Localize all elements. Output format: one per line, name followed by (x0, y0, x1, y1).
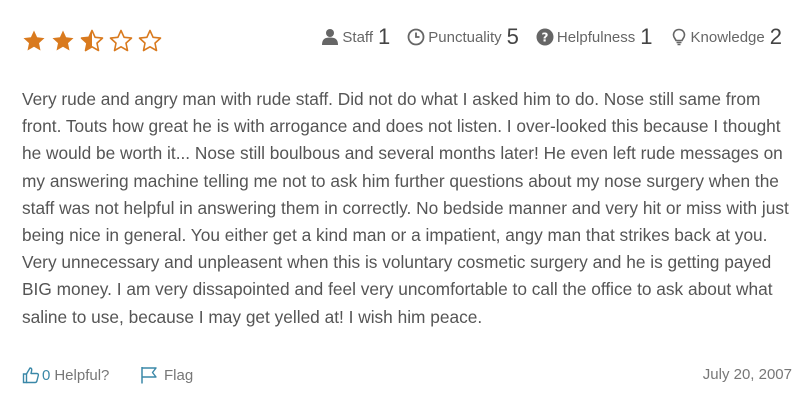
score-label: Punctuality (428, 28, 502, 46)
thumbs-up-icon (22, 367, 40, 384)
category-scores: Staff 1 Punctuality 5 ? Helpfulness 1 Kn… (304, 26, 782, 48)
helpful-label: Helpful? (54, 366, 110, 384)
rating-row: Staff 1 Punctuality 5 ? Helpfulness 1 Kn… (22, 24, 782, 58)
score-value: 1 (640, 24, 653, 49)
lightbulb-icon (672, 28, 685, 46)
flag-icon (141, 367, 157, 384)
star-half-icon (80, 29, 104, 52)
score-label: Helpfulness (556, 28, 636, 46)
review-footer: 0 Helpful? Flag July 20, 2007 (22, 366, 792, 388)
star-rating (22, 29, 162, 53)
star-empty-icon (138, 29, 162, 52)
star-full-icon (23, 30, 45, 51)
score-label: Staff (342, 28, 373, 46)
person-icon (322, 29, 339, 45)
star-full-icon (52, 30, 74, 51)
question-circle-icon: ? (536, 28, 554, 46)
score-punctuality: Punctuality 5 (407, 26, 519, 48)
flag-label: Flag (164, 366, 194, 384)
helpful-count: 0 (42, 366, 51, 384)
flag-button[interactable]: Flag (140, 366, 193, 384)
clock-icon (407, 28, 425, 46)
svg-text:?: ? (541, 31, 548, 45)
score-value: 5 (506, 24, 519, 49)
review-date: July 20, 2007 (702, 366, 792, 383)
star-empty-icon (109, 29, 133, 52)
score-helpfulness: ? Helpfulness 1 (536, 26, 653, 48)
review-text: Very rude and angry man with rude staff.… (22, 89, 789, 327)
score-label: Knowledge (690, 28, 765, 46)
score-knowledge: Knowledge 2 (670, 26, 782, 48)
score-value: 2 (769, 24, 782, 49)
score-value: 1 (378, 24, 391, 49)
score-staff: Staff 1 (321, 26, 390, 48)
helpful-button[interactable]: 0 Helpful? (22, 366, 109, 384)
